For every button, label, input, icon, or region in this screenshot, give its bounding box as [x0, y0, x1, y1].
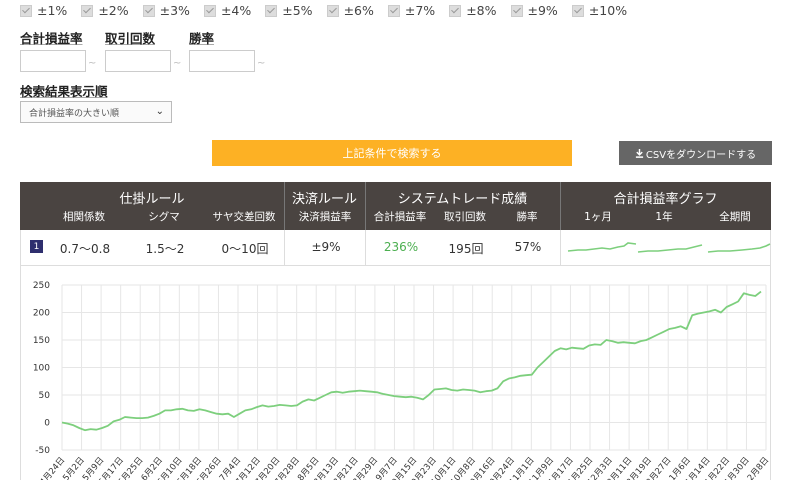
entry-rule-group: 仕掛ルール 相関係数 シグマ サヤ交差回数 [20, 182, 285, 230]
csv-download-button[interactable]: CSVをダウンロードする [619, 141, 772, 165]
checkbox-icon[interactable] [571, 4, 584, 17]
percent-option-label: ±4% [220, 3, 252, 18]
checkbox-icon[interactable] [81, 4, 94, 17]
percent-option-label: ±2% [98, 3, 129, 18]
results-table-header: 仕掛ルール 相関係数 シグマ サヤ交差回数 決済ルール 決済損益率 システムトレ… [20, 182, 771, 230]
column-header: 全期間 [719, 211, 751, 223]
table-row[interactable]: 1 0.7～0.8 1.5～2 0～10回 ±9% 236% 195回 57% [20, 230, 771, 266]
column-header: サヤ交差回数 [212, 211, 276, 223]
search-button[interactable]: 上記条件で検索する [212, 140, 572, 166]
sparkline-1-year [637, 244, 703, 253]
group-title: 仕掛ルール [119, 192, 185, 207]
percent-option[interactable]: ±1% [20, 3, 67, 18]
cross-count-cell: 0～10回 [221, 242, 269, 256]
sigma-cell: 1.5～2 [145, 242, 185, 256]
pl-rate-chart-svg: 250200150100500-504月24日5月2日5月9日5月17日5月25… [33, 281, 770, 480]
exit-rate-cell: ±9% [311, 240, 341, 254]
y-tick-label: 0 [44, 419, 50, 429]
column-header: 取引回数 [444, 211, 486, 223]
y-tick-label: 100 [33, 364, 50, 374]
percent-option[interactable]: ±6% [326, 3, 374, 18]
sort-order-value: 合計損益率の大きい順 [29, 108, 120, 119]
group-title: 合計損益率グラフ [613, 192, 718, 207]
percent-option-label: ±6% [343, 3, 374, 18]
sparkline-graphs[interactable] [566, 235, 771, 259]
checkbox-icon[interactable] [203, 4, 216, 17]
checkbox-icon[interactable] [449, 4, 462, 17]
percent-option[interactable]: ±5% [265, 3, 313, 18]
percent-option-label: ±1% [37, 3, 68, 18]
win-rate-label: 勝率 [189, 31, 215, 46]
pl-rate-chart: 250 200 150 100 50 0 -50 4月24日 5月2日 5月9日 5月17日 5月25… [20, 266, 771, 480]
csv-download-label: CSVをダウンロードする [645, 149, 757, 161]
win-rate-input[interactable] [189, 50, 255, 72]
pl-graph-group: 合計損益率グラフ 1ヶ月 1年 全期間 [560, 182, 771, 230]
y-tick-label: -50 [35, 446, 50, 456]
percent-option[interactable]: ±9% [510, 3, 558, 18]
column-divider [560, 230, 561, 265]
total-pl-rate-input[interactable] [20, 50, 86, 72]
y-tick-label: 50 [39, 391, 51, 401]
percent-option[interactable]: ±3% [142, 3, 190, 18]
percent-option[interactable]: ±2% [81, 3, 129, 18]
group-title: 決済ルール [291, 192, 357, 207]
column-divider [284, 230, 285, 265]
percent-option[interactable]: ±8% [449, 3, 497, 18]
column-header: 相関係数 [63, 211, 105, 223]
trades-cell: 195回 [448, 242, 484, 256]
checkbox-icon[interactable] [387, 4, 400, 17]
column-header: 1年 [655, 211, 673, 223]
win-rate-cell: 57% [514, 240, 542, 254]
checkbox-icon[interactable] [142, 4, 155, 17]
y-tick-label: 150 [33, 336, 50, 346]
total-pl-rate-label: 合計損益率 [20, 31, 83, 46]
percent-option[interactable]: ±4% [203, 3, 252, 18]
sparkline-all-period [707, 243, 771, 253]
column-header: 合計損益率 [373, 211, 427, 223]
checkbox-icon[interactable] [326, 4, 339, 17]
chevron-down-icon: ⌄ [155, 106, 164, 117]
range-separator: ~ [257, 58, 266, 69]
percent-option-label: ±5% [282, 3, 313, 18]
percent-option[interactable]: ±7% [387, 3, 436, 18]
column-header: 1ヶ月 [584, 211, 612, 223]
correlation-cell: 0.7～0.8 [59, 242, 111, 256]
percent-option-label: ±9% [527, 3, 558, 18]
checkbox-icon[interactable] [510, 4, 523, 17]
y-tick-label: 250 [33, 281, 50, 291]
range-separator: ~ [173, 58, 182, 69]
percent-checkbox-row: ±1% ±2% ±3% ±4% ±5% ±6% ±7% ±8% ±9% ±10% [20, 3, 641, 18]
column-divider [365, 230, 366, 265]
column-header: 勝率 [516, 211, 538, 223]
sparkline-1-month [567, 242, 637, 252]
percent-option-label: ±3% [159, 3, 190, 18]
percent-option-label: ±7% [404, 3, 436, 18]
x-tick-label: 2月8日 [746, 456, 770, 480]
trade-count-input[interactable] [105, 50, 171, 72]
percent-option[interactable]: ±10% [571, 3, 628, 18]
exit-rule-group: 決済ルール 決済損益率 [284, 182, 366, 230]
y-tick-label: 200 [33, 309, 50, 319]
group-title: システムトレード成績 [397, 192, 528, 207]
checkbox-icon[interactable] [20, 4, 32, 17]
column-header: シグマ [148, 211, 180, 223]
checkbox-icon[interactable] [265, 4, 278, 17]
trade-count-label: 取引回数 [105, 31, 156, 46]
column-header: 決済損益率 [298, 211, 352, 223]
sort-order-label: 検索結果表示順 [20, 84, 108, 99]
trade-results-group: システムトレード成績 合計損益率 取引回数 勝率 [365, 182, 561, 230]
percent-option-label: ±10% [588, 3, 628, 18]
total-pl-rate-cell: 236% [383, 240, 419, 254]
range-separator: ~ [88, 58, 97, 69]
download-icon [635, 148, 644, 158]
rank-badge: 1 [30, 240, 43, 253]
percent-option-label: ±8% [466, 3, 497, 18]
sort-order-select[interactable]: 合計損益率の大きい順 ⌄ [20, 101, 172, 123]
